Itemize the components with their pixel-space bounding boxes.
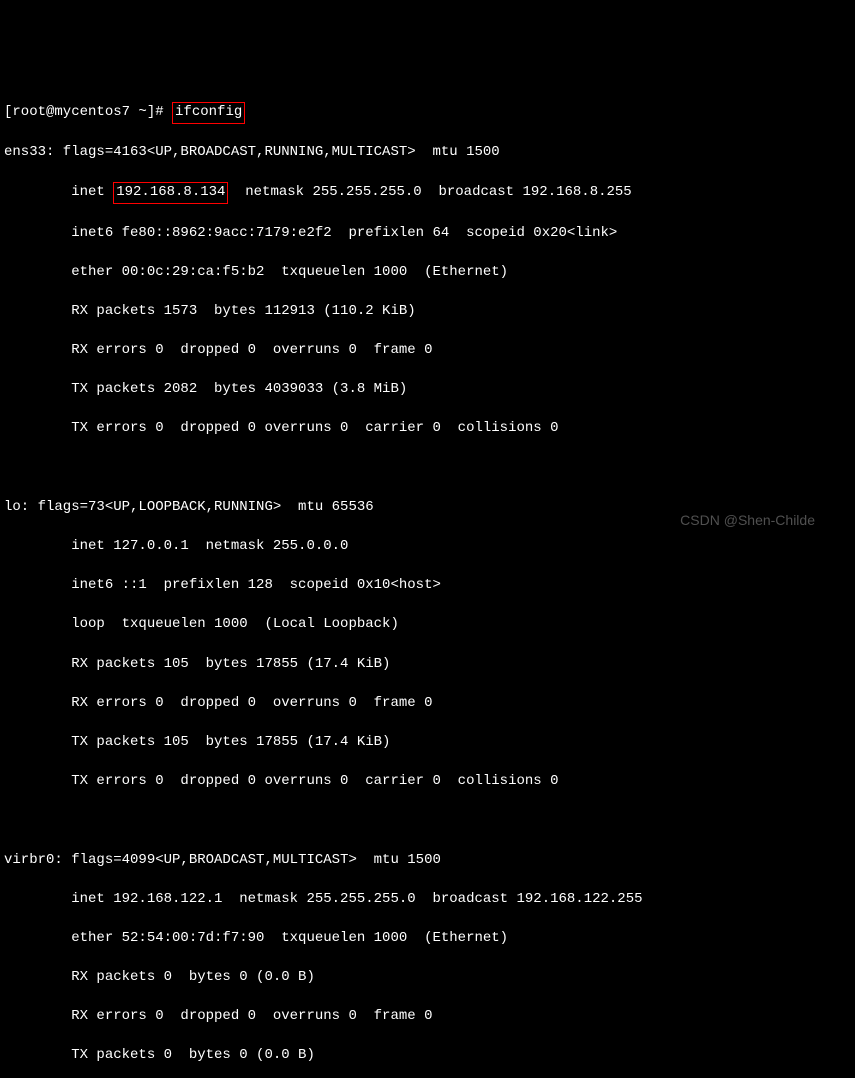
virbr0-header: virbr0: flags=4099<UP,BROADCAST,MULTICAS… (4, 851, 851, 871)
virbr0-ether: ether 52:54:00:7d:f7:90 txqueuelen 1000 … (4, 929, 851, 949)
virbr0-inet: inet 192.168.122.1 netmask 255.255.255.0… (4, 890, 851, 910)
lo-rx-packets: RX packets 105 bytes 17855 (17.4 KiB) (4, 655, 851, 675)
command-highlight: ifconfig (172, 102, 245, 124)
ens33-ether: ether 00:0c:29:ca:f5:b2 txqueuelen 1000 … (4, 263, 851, 283)
ens33-rx-errors: RX errors 0 dropped 0 overruns 0 frame 0 (4, 341, 851, 361)
lo-inet: inet 127.0.0.1 netmask 255.0.0.0 (4, 537, 851, 557)
inet-prefix: inet (4, 184, 113, 200)
ip-address: 192.168.8.134 (116, 184, 225, 200)
ip-highlight: 192.168.8.134 (113, 182, 228, 204)
ens33-tx-errors: TX errors 0 dropped 0 overruns 0 carrier… (4, 419, 851, 439)
terminal-output: [root@mycentos7 ~]# ifconfig ens33: flag… (4, 82, 851, 1078)
ens33-inet: inet 192.168.8.134 netmask 255.255.255.0… (4, 182, 851, 204)
prompt-text: [root@mycentos7 ~]# (4, 104, 172, 120)
command-text: ifconfig (175, 104, 242, 120)
blank-line-2 (4, 811, 851, 831)
virbr0-tx-packets: TX packets 0 bytes 0 (0.0 B) (4, 1046, 851, 1066)
inet-suffix: netmask 255.255.255.0 broadcast 192.168.… (228, 184, 631, 200)
lo-tx-errors: TX errors 0 dropped 0 overruns 0 carrier… (4, 772, 851, 792)
ens33-rx-packets: RX packets 1573 bytes 112913 (110.2 KiB) (4, 302, 851, 322)
lo-inet6: inet6 ::1 prefixlen 128 scopeid 0x10<hos… (4, 576, 851, 596)
ens33-tx-packets: TX packets 2082 bytes 4039033 (3.8 MiB) (4, 380, 851, 400)
ens33-inet6: inet6 fe80::8962:9acc:7179:e2f2 prefixle… (4, 224, 851, 244)
blank-line-1 (4, 459, 851, 479)
lo-loop: loop txqueuelen 1000 (Local Loopback) (4, 615, 851, 635)
lo-rx-errors: RX errors 0 dropped 0 overruns 0 frame 0 (4, 694, 851, 714)
prompt-line: [root@mycentos7 ~]# ifconfig (4, 102, 851, 124)
lo-tx-packets: TX packets 105 bytes 17855 (17.4 KiB) (4, 733, 851, 753)
virbr0-rx-errors: RX errors 0 dropped 0 overruns 0 frame 0 (4, 1007, 851, 1027)
ens33-header: ens33: flags=4163<UP,BROADCAST,RUNNING,M… (4, 143, 851, 163)
watermark-text: CSDN @Shen-Childe (680, 511, 815, 531)
virbr0-rx-packets: RX packets 0 bytes 0 (0.0 B) (4, 968, 851, 988)
